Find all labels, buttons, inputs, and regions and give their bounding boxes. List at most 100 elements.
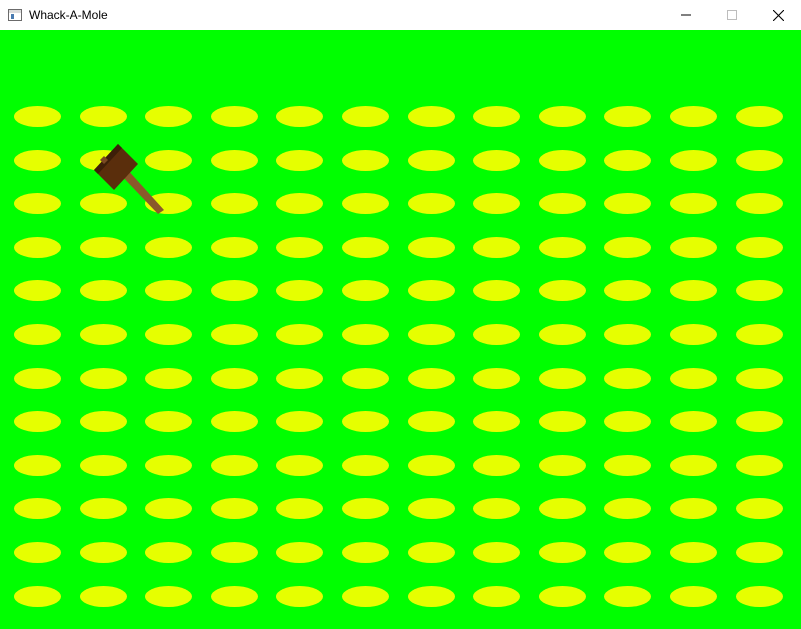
mole-hole[interactable]	[604, 324, 651, 345]
mole-hole[interactable]	[80, 324, 127, 345]
minimize-button[interactable]	[663, 0, 709, 30]
mole-hole[interactable]	[473, 106, 520, 127]
mole-hole[interactable]	[211, 280, 258, 301]
mole-hole[interactable]	[473, 193, 520, 214]
mole-hole[interactable]	[145, 193, 192, 214]
mole-hole[interactable]	[276, 237, 323, 258]
mole-hole[interactable]	[408, 280, 455, 301]
mole-hole[interactable]	[539, 324, 586, 345]
mole-hole[interactable]	[80, 237, 127, 258]
mole-hole[interactable]	[211, 106, 258, 127]
mole-hole[interactable]	[670, 150, 717, 171]
mole-hole[interactable]	[14, 193, 61, 214]
mole-hole[interactable]	[342, 150, 389, 171]
mole-hole[interactable]	[342, 455, 389, 476]
mole-hole[interactable]	[80, 498, 127, 519]
mole-hole[interactable]	[14, 150, 61, 171]
mole-hole[interactable]	[14, 368, 61, 389]
mole-hole[interactable]	[408, 411, 455, 432]
mole-hole[interactable]	[604, 455, 651, 476]
mole-hole[interactable]	[342, 237, 389, 258]
mole-hole[interactable]	[473, 498, 520, 519]
mole-hole[interactable]	[80, 106, 127, 127]
mole-hole[interactable]	[276, 455, 323, 476]
mole-hole[interactable]	[80, 368, 127, 389]
mole-hole[interactable]	[408, 106, 455, 127]
mole-hole[interactable]	[604, 411, 651, 432]
mole-hole[interactable]	[408, 498, 455, 519]
mole-hole[interactable]	[14, 542, 61, 563]
mole-hole[interactable]	[14, 324, 61, 345]
mole-hole[interactable]	[539, 280, 586, 301]
mole-hole[interactable]	[80, 193, 127, 214]
mole-hole[interactable]	[736, 324, 783, 345]
mole-hole[interactable]	[473, 280, 520, 301]
mole-hole[interactable]	[670, 237, 717, 258]
mole-hole[interactable]	[145, 586, 192, 607]
game-field[interactable]	[0, 30, 801, 629]
mole-hole[interactable]	[276, 193, 323, 214]
mole-hole[interactable]	[342, 586, 389, 607]
mole-hole[interactable]	[539, 237, 586, 258]
mole-hole[interactable]	[276, 586, 323, 607]
mole-hole[interactable]	[211, 411, 258, 432]
mole-hole[interactable]	[276, 150, 323, 171]
mole-hole[interactable]	[14, 280, 61, 301]
mole-hole[interactable]	[408, 324, 455, 345]
mole-hole[interactable]	[539, 150, 586, 171]
mole-hole[interactable]	[539, 193, 586, 214]
mole-hole[interactable]	[14, 411, 61, 432]
mole-hole[interactable]	[670, 280, 717, 301]
mole-hole[interactable]	[211, 150, 258, 171]
mole-hole[interactable]	[539, 498, 586, 519]
mole-hole[interactable]	[736, 498, 783, 519]
mole-hole[interactable]	[211, 237, 258, 258]
mole-hole[interactable]	[342, 411, 389, 432]
mole-hole[interactable]	[276, 542, 323, 563]
mole-hole[interactable]	[736, 280, 783, 301]
mole-hole[interactable]	[604, 280, 651, 301]
mole-hole[interactable]	[80, 411, 127, 432]
mole-hole[interactable]	[473, 324, 520, 345]
mole-hole[interactable]	[145, 280, 192, 301]
mole-hole[interactable]	[670, 106, 717, 127]
mole-hole[interactable]	[408, 368, 455, 389]
mole-hole[interactable]	[736, 586, 783, 607]
mole-hole[interactable]	[145, 368, 192, 389]
mole-hole[interactable]	[80, 586, 127, 607]
mole-hole[interactable]	[211, 586, 258, 607]
mole-hole[interactable]	[342, 542, 389, 563]
mole-hole[interactable]	[408, 237, 455, 258]
mole-hole[interactable]	[408, 455, 455, 476]
mole-hole[interactable]	[145, 150, 192, 171]
mole-hole[interactable]	[145, 237, 192, 258]
mole-hole[interactable]	[342, 193, 389, 214]
mole-hole[interactable]	[145, 324, 192, 345]
mole-hole[interactable]	[604, 368, 651, 389]
mole-hole[interactable]	[670, 368, 717, 389]
mole-hole[interactable]	[539, 411, 586, 432]
mole-hole[interactable]	[80, 280, 127, 301]
mole-hole[interactable]	[408, 150, 455, 171]
mole-hole[interactable]	[473, 411, 520, 432]
mole-hole[interactable]	[342, 106, 389, 127]
mole-hole[interactable]	[736, 193, 783, 214]
mole-hole[interactable]	[211, 542, 258, 563]
mole-hole[interactable]	[604, 586, 651, 607]
mole-hole[interactable]	[276, 498, 323, 519]
mole-hole[interactable]	[14, 237, 61, 258]
mole-hole[interactable]	[211, 324, 258, 345]
mole-hole[interactable]	[145, 106, 192, 127]
mole-hole[interactable]	[211, 498, 258, 519]
mole-hole[interactable]	[80, 542, 127, 563]
mole-hole[interactable]	[342, 324, 389, 345]
mole-hole[interactable]	[604, 150, 651, 171]
mole-hole[interactable]	[276, 106, 323, 127]
mole-hole[interactable]	[145, 455, 192, 476]
mole-hole[interactable]	[670, 324, 717, 345]
mole-hole[interactable]	[408, 542, 455, 563]
mole-hole[interactable]	[408, 586, 455, 607]
mole-hole[interactable]	[736, 368, 783, 389]
mole-hole[interactable]	[539, 368, 586, 389]
mole-hole[interactable]	[473, 150, 520, 171]
